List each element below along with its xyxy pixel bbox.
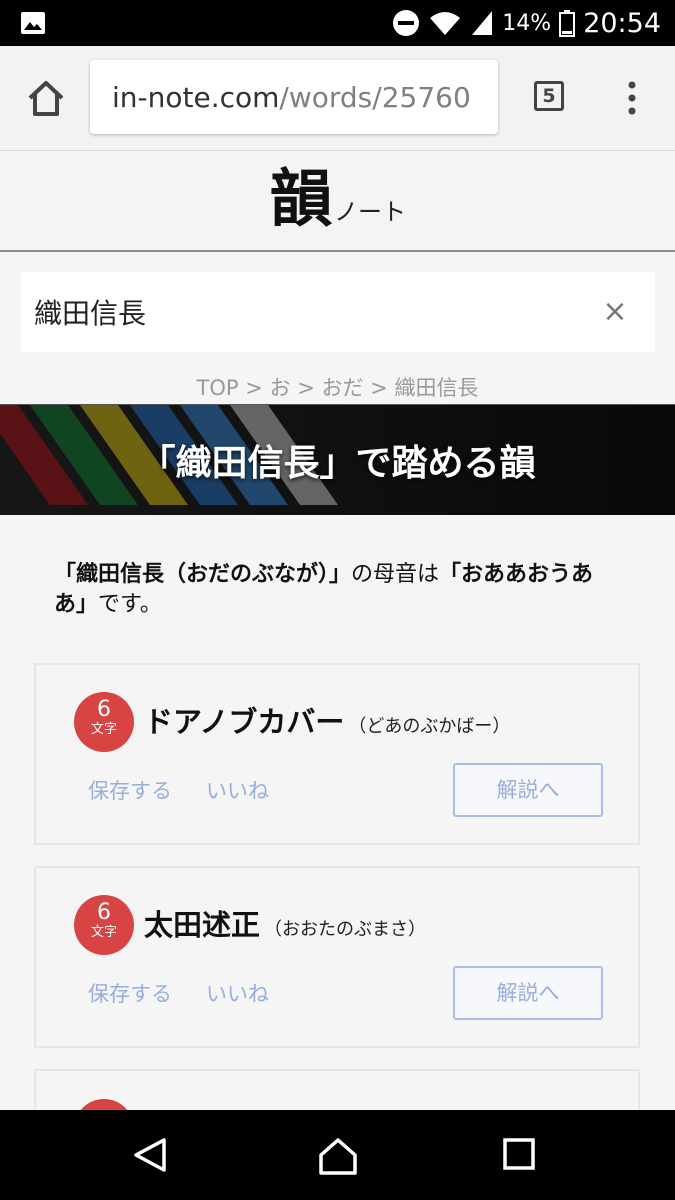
battery-icon bbox=[559, 10, 576, 37]
breadcrumb-separator: > bbox=[245, 376, 263, 400]
char-unit: 文字 bbox=[90, 722, 117, 737]
rhyme-word: ドアノブカバー （どあのぶかばー） bbox=[144, 699, 510, 741]
recents-icon[interactable] bbox=[502, 1137, 536, 1171]
do-not-disturb-icon bbox=[393, 10, 420, 36]
home-icon[interactable] bbox=[24, 76, 68, 120]
breadcrumb-item-top[interactable]: TOP bbox=[197, 376, 239, 400]
site-logo[interactable]: 韻 ノート bbox=[270, 163, 406, 235]
char-count: 6 bbox=[97, 900, 111, 925]
wifi-icon bbox=[430, 12, 461, 35]
browser-toolbar: in-note.com/words/25760 5 bbox=[0, 46, 675, 150]
back-icon[interactable] bbox=[132, 1137, 168, 1173]
url-path: /words/25760 bbox=[279, 80, 471, 114]
result-card: 6 文字 ドアノブカバー （どあのぶかばー） 保存する いいね 解説へ bbox=[34, 663, 640, 845]
breadcrumb-separator: > bbox=[370, 376, 388, 400]
desc-text: の母音は bbox=[351, 562, 440, 587]
rhyme-word: 太田述正 （おおたのぶまさ） bbox=[144, 902, 426, 944]
char-count-badge: 6 文字 bbox=[74, 895, 134, 955]
rhyme-word-text: 太田述正 bbox=[144, 908, 261, 942]
char-count-badge: 6 文字 bbox=[74, 692, 134, 752]
breadcrumb-item-current: 織田信長 bbox=[394, 376, 479, 400]
clear-search-icon[interactable]: × bbox=[601, 297, 629, 327]
desc-suffix: です。 bbox=[98, 592, 162, 617]
desc-word: 「織田信長（おだのぶなが）」 bbox=[54, 562, 352, 587]
banner-title: 「織田信長」で踏める韻 bbox=[139, 443, 536, 484]
search-input[interactable] bbox=[21, 272, 581, 352]
system-nav-bar bbox=[0, 1110, 675, 1200]
signal-icon bbox=[472, 11, 493, 35]
hero-banner: 「織田信長」で踏める韻 bbox=[0, 404, 675, 515]
overflow-menu-icon[interactable] bbox=[620, 80, 644, 116]
address-bar[interactable]: in-note.com/words/25760 bbox=[90, 60, 498, 134]
home-nav-icon[interactable] bbox=[318, 1137, 358, 1177]
url-domain: in-note.com bbox=[112, 80, 280, 114]
rhyme-reading: （どあのぶかばー） bbox=[348, 716, 511, 737]
vowel-description: 「織田信長（おだのぶなが）」の母音は「おああおうああ」です。 bbox=[54, 560, 614, 620]
tabs-icon[interactable]: 5 bbox=[534, 81, 564, 111]
clock: 20:54 bbox=[583, 7, 661, 39]
char-unit: 文字 bbox=[90, 925, 117, 940]
breadcrumb-item-oda[interactable]: おだ bbox=[322, 376, 364, 400]
like-link[interactable]: いいね bbox=[206, 978, 269, 1008]
image-notification-icon bbox=[21, 12, 45, 34]
breadcrumb-separator: > bbox=[297, 376, 315, 400]
result-card: 6 文字 太田述正 （おおたのぶまさ） 保存する いいね 解説へ bbox=[34, 866, 640, 1048]
battery-percent: 14% bbox=[502, 10, 552, 36]
char-count: 6 bbox=[97, 697, 111, 722]
breadcrumb: TOP > お > おだ > 織田信長 bbox=[0, 372, 675, 402]
search-box: × bbox=[21, 272, 655, 352]
save-link[interactable]: 保存する bbox=[88, 775, 172, 805]
rhyme-reading: （おおたのぶまさ） bbox=[264, 919, 427, 940]
save-link[interactable]: 保存する bbox=[88, 978, 172, 1008]
logo-main: 韻 bbox=[270, 162, 333, 235]
rhyme-word-text: ドアノブカバー bbox=[144, 705, 345, 739]
explain-button[interactable]: 解説へ bbox=[453, 763, 603, 817]
explain-button[interactable]: 解説へ bbox=[453, 966, 603, 1020]
status-bar: 14% 20:54 bbox=[0, 0, 675, 46]
breadcrumb-item-o[interactable]: お bbox=[270, 376, 291, 400]
site-header: 韻 ノート bbox=[0, 150, 675, 252]
like-link[interactable]: いいね bbox=[206, 775, 269, 805]
logo-sub: ノート bbox=[334, 198, 407, 226]
